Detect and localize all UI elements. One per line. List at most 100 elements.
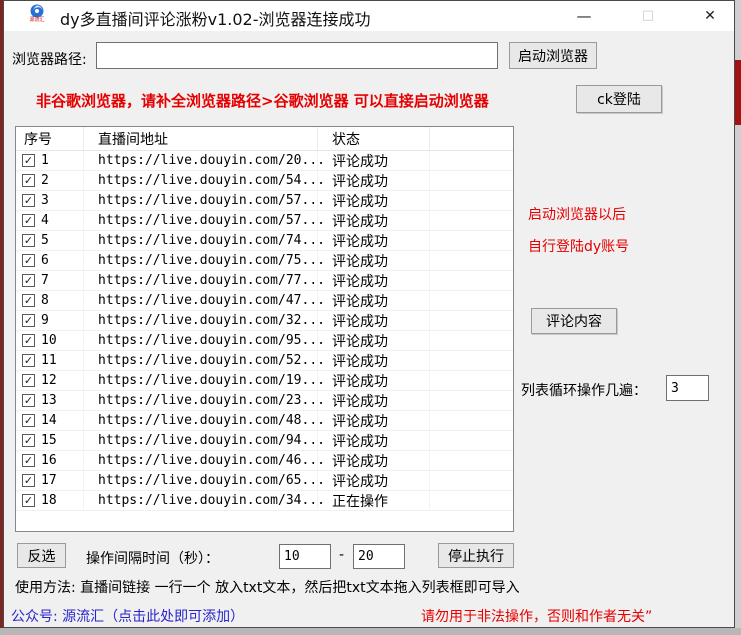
tip-login-account: 自行登陆dy账号 <box>528 236 629 256</box>
row-status: 评论成功 <box>332 191 388 211</box>
row-checkbox[interactable]: ✓ <box>22 414 35 427</box>
row-number: 6 <box>41 253 49 268</box>
loop-count-input[interactable] <box>666 375 709 401</box>
table-row[interactable]: ✓ 11 https://live.douyin.com/52... 评论成功 <box>16 351 513 371</box>
table-row[interactable]: ✓ 7 https://live.douyin.com/77... 评论成功 <box>16 271 513 291</box>
row-checkbox[interactable]: ✓ <box>22 234 35 247</box>
row-url: https://live.douyin.com/20... <box>98 153 325 168</box>
row-checkbox[interactable]: ✓ <box>22 274 35 287</box>
row-number: 16 <box>41 453 57 468</box>
row-status: 评论成功 <box>332 211 388 231</box>
public-account-link[interactable]: 公众号: 源流汇（点击此处即可添加） <box>11 606 244 626</box>
row-number: 4 <box>41 213 49 228</box>
row-url: https://live.douyin.com/19... <box>98 373 325 388</box>
table-row[interactable]: ✓ 15 https://live.douyin.com/94... 评论成功 <box>16 431 513 451</box>
row-url: https://live.douyin.com/48... <box>98 413 325 428</box>
row-checkbox[interactable]: ✓ <box>22 354 35 367</box>
table-row[interactable]: ✓ 4 https://live.douyin.com/57... 评论成功 <box>16 211 513 231</box>
desktop-edge-bottom <box>0 628 741 635</box>
interval-label: 操作间隔时间（秒）： <box>86 548 219 568</box>
row-status: 评论成功 <box>332 411 388 431</box>
minimize-button[interactable]: — <box>562 1 606 31</box>
row-url: https://live.douyin.com/32... <box>98 313 325 328</box>
header-status[interactable]: 状态 <box>318 127 430 150</box>
window-title: dy多直播间评论涨粉v1.02-浏览器连接成功 <box>60 6 371 30</box>
row-number: 11 <box>41 353 57 368</box>
row-checkbox[interactable]: ✓ <box>22 154 35 167</box>
row-status: 评论成功 <box>332 331 388 351</box>
interval-max-input[interactable] <box>353 544 405 569</box>
header-url[interactable]: 直播间地址 <box>84 127 318 150</box>
interval-min-input[interactable] <box>279 544 331 569</box>
row-checkbox[interactable]: ✓ <box>22 254 35 267</box>
row-checkbox[interactable]: ✓ <box>22 374 35 387</box>
row-checkbox[interactable]: ✓ <box>22 294 35 307</box>
row-status: 正在操作 <box>332 491 388 511</box>
row-status: 评论成功 <box>332 371 388 391</box>
row-number: 8 <box>41 293 49 308</box>
row-url: https://live.douyin.com/52... <box>98 353 325 368</box>
table-row[interactable]: ✓ 8 https://live.douyin.com/47... 评论成功 <box>16 291 513 311</box>
row-status: 评论成功 <box>332 251 388 271</box>
desktop-edge-right <box>735 0 741 635</box>
stop-execution-button[interactable]: 停止执行 <box>438 543 514 568</box>
header-index[interactable]: 序号 <box>16 127 84 150</box>
usage-instructions: 使用方法: 直播间链接 一行一个 放入txt文本，然后把txt文本拖入列表框即可… <box>15 577 520 597</box>
invert-selection-button[interactable]: 反选 <box>17 543 66 568</box>
table-row[interactable]: ✓ 17 https://live.douyin.com/65... 评论成功 <box>16 471 513 491</box>
table-row[interactable]: ✓ 3 https://live.douyin.com/57... 评论成功 <box>16 191 513 211</box>
table-row[interactable]: ✓ 14 https://live.douyin.com/48... 评论成功 <box>16 411 513 431</box>
ck-login-button[interactable]: ck登陆 <box>576 85 662 113</box>
table-row[interactable]: ✓ 10 https://live.douyin.com/95... 评论成功 <box>16 331 513 351</box>
comment-content-button[interactable]: 评论内容 <box>531 308 617 334</box>
table-row[interactable]: ✓ 1 https://live.douyin.com/20... 评论成功 <box>16 151 513 171</box>
titlebar: 源流汇 dy多直播间评论涨粉v1.02-浏览器连接成功 — □ ✕ <box>4 1 734 31</box>
row-url: https://live.douyin.com/57... <box>98 213 325 228</box>
table-row[interactable]: ✓ 13 https://live.douyin.com/23... 评论成功 <box>16 391 513 411</box>
table-row[interactable]: ✓ 18 https://live.douyin.com/34... 正在操作 <box>16 491 513 511</box>
table-row[interactable]: ✓ 6 https://live.douyin.com/75... 评论成功 <box>16 251 513 271</box>
row-url: https://live.douyin.com/65... <box>98 473 325 488</box>
table-header-row: 序号 直播间地址 状态 <box>16 127 513 151</box>
app-window: 源流汇 dy多直播间评论涨粉v1.02-浏览器连接成功 — □ ✕ 浏览器路径:… <box>3 0 735 628</box>
row-url: https://live.douyin.com/47... <box>98 293 325 308</box>
header-empty <box>430 127 513 150</box>
table-body: ✓ 1 https://live.douyin.com/20... 评论成功 ✓… <box>16 151 513 511</box>
row-number: 1 <box>41 153 49 168</box>
close-button[interactable]: ✕ <box>688 1 732 31</box>
row-url: https://live.douyin.com/34... <box>98 493 325 508</box>
table-row[interactable]: ✓ 12 https://live.douyin.com/19... 评论成功 <box>16 371 513 391</box>
row-status: 评论成功 <box>332 471 388 491</box>
desktop-red-artifact <box>735 60 741 125</box>
row-checkbox[interactable]: ✓ <box>22 494 35 507</box>
table-row[interactable]: ✓ 2 https://live.douyin.com/54... 评论成功 <box>16 171 513 191</box>
launch-browser-button[interactable]: 启动浏览器 <box>509 42 597 69</box>
row-url: https://live.douyin.com/95... <box>98 333 325 348</box>
app-logo-icon: 源流汇 <box>26 4 48 28</box>
row-checkbox[interactable]: ✓ <box>22 394 35 407</box>
row-checkbox[interactable]: ✓ <box>22 214 35 227</box>
row-url: https://live.douyin.com/74... <box>98 233 325 248</box>
row-checkbox[interactable]: ✓ <box>22 314 35 327</box>
loop-count-label: 列表循环操作几遍： <box>521 380 647 400</box>
row-url: https://live.douyin.com/54... <box>98 173 325 188</box>
table-row[interactable]: ✓ 5 https://live.douyin.com/74... 评论成功 <box>16 231 513 251</box>
row-status: 评论成功 <box>332 231 388 251</box>
browser-path-input[interactable] <box>96 42 498 69</box>
row-number: 2 <box>41 173 49 188</box>
row-checkbox[interactable]: ✓ <box>22 174 35 187</box>
row-number: 9 <box>41 313 49 328</box>
row-number: 7 <box>41 273 49 288</box>
row-checkbox[interactable]: ✓ <box>22 334 35 347</box>
row-checkbox[interactable]: ✓ <box>22 434 35 447</box>
row-number: 5 <box>41 233 49 248</box>
row-checkbox[interactable]: ✓ <box>22 454 35 467</box>
row-number: 10 <box>41 333 57 348</box>
row-url: https://live.douyin.com/23... <box>98 393 325 408</box>
row-checkbox[interactable]: ✓ <box>22 474 35 487</box>
table-row[interactable]: ✓ 16 https://live.douyin.com/46... 评论成功 <box>16 451 513 471</box>
table-row[interactable]: ✓ 9 https://live.douyin.com/32... 评论成功 <box>16 311 513 331</box>
maximize-button: □ <box>626 1 670 31</box>
tip-after-launch: 启动浏览器以后 <box>528 204 626 224</box>
row-checkbox[interactable]: ✓ <box>22 194 35 207</box>
